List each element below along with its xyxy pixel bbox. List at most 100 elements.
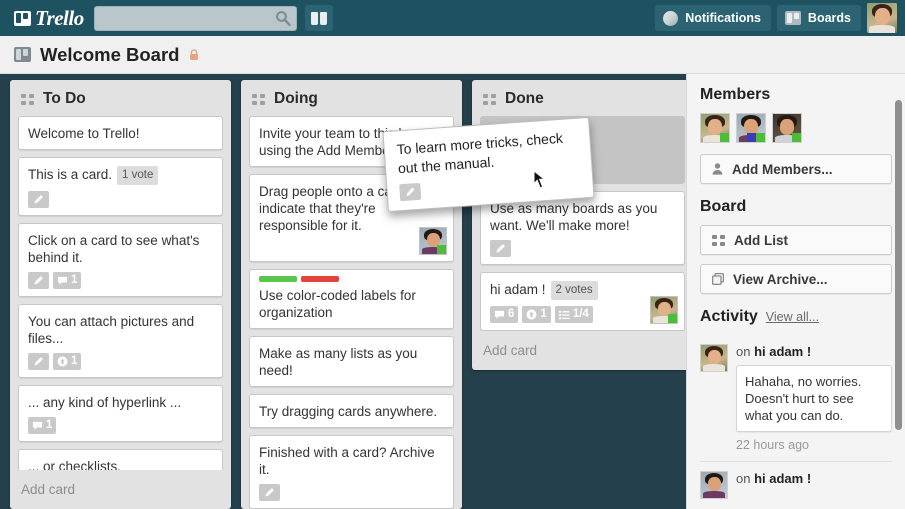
add-members-label: Add Members... [732, 161, 833, 177]
activity-avatar[interactable] [700, 344, 728, 372]
boards-button[interactable]: Boards [776, 5, 861, 31]
card-title: Finished with a card? Archive it. [259, 445, 435, 477]
trello-logo-icon [14, 10, 31, 26]
search-input[interactable] [93, 5, 297, 31]
list-header[interactable]: Doing [241, 80, 462, 116]
view-archive-label: View Archive... [733, 271, 828, 287]
comment-count: 1 [46, 419, 53, 431]
activity-timestamp: 22 hours ago [736, 438, 809, 452]
drag-grip-icon[interactable] [483, 93, 496, 105]
card-member-avatar[interactable] [650, 296, 678, 324]
member-status-dot [437, 245, 446, 254]
card-badges: 1 [28, 353, 213, 370]
list-header[interactable]: Done [472, 80, 693, 116]
notifications-button[interactable]: Notifications [655, 5, 771, 31]
board-sidebar: Members Add Members... Board Add List Vi… [686, 74, 905, 509]
book-icon [310, 11, 327, 25]
activity-body: on hi adam ! [736, 471, 892, 499]
add-card-button[interactable]: Add card [10, 470, 231, 509]
comment-badge: 6 [490, 306, 519, 323]
list-title[interactable]: To Do [43, 90, 86, 108]
card[interactable]: Finished with a card? Archive it. [249, 435, 454, 509]
add-members-button[interactable]: Add Members... [700, 154, 892, 184]
drag-grip-icon[interactable] [21, 93, 34, 105]
card[interactable]: This is a card. 1 vote [18, 157, 223, 216]
lock-icon[interactable] [188, 48, 200, 61]
list-to-do[interactable]: To Do Welcome to Trello! This is a card.… [10, 80, 231, 509]
member-status-dot [792, 133, 801, 142]
activity-item: on hi adam ! [700, 462, 892, 508]
label-red [301, 276, 339, 282]
description-badge-icon [28, 353, 49, 370]
card-labels [259, 276, 444, 282]
attachment-count: 1 [71, 355, 78, 367]
view-all-activity-link[interactable]: View all... [766, 310, 819, 324]
user-avatar[interactable] [867, 3, 897, 33]
card[interactable]: Make as many lists as you need! [249, 336, 454, 387]
description-badge-icon [28, 191, 49, 208]
grid-icon [712, 234, 725, 246]
members-list [700, 113, 892, 143]
activity-card-link[interactable]: hi adam ! [754, 344, 811, 359]
card[interactable]: Welcome to Trello! [18, 116, 223, 150]
card[interactable]: Use color-coded labels for organization [249, 269, 454, 329]
member-avatar[interactable] [700, 113, 730, 143]
card-title: ... any kind of hyperlink ... [28, 395, 182, 410]
board-title-bar: Welcome Board [0, 36, 905, 74]
description-badge-icon [399, 182, 422, 202]
comment-badge: 1 [53, 272, 82, 289]
attachment-count: 1 [540, 308, 547, 320]
activity-comment: Hahaha, no worries. Doesn't hurt to see … [736, 365, 892, 432]
card[interactable]: ... any kind of hyperlink ... 1 [18, 385, 223, 442]
board-heading: Board [700, 198, 747, 215]
drag-grip-icon[interactable] [252, 93, 265, 105]
member-status-dot [668, 314, 677, 323]
member-avatar[interactable] [772, 113, 802, 143]
activity-body: on hi adam ! Hahaha, no worries. Doesn't… [736, 344, 892, 452]
card[interactable]: Try dragging cards anywhere. [249, 394, 454, 428]
activity-item: on hi adam ! Hahaha, no worries. Doesn't… [700, 335, 892, 462]
card-member-avatar[interactable] [419, 227, 447, 255]
sidebar-scrollbar-thumb[interactable] [895, 100, 902, 430]
card[interactable]: hi adam ! 2 votes 6 1 1/4 [480, 272, 685, 331]
card-badges [259, 484, 444, 501]
trello-logo[interactable]: Trello [14, 6, 84, 31]
checklist-badge: 1/4 [554, 306, 593, 323]
activity-text: on hi adam ! [736, 344, 812, 359]
list-title[interactable]: Done [505, 90, 544, 108]
label-green [259, 276, 297, 282]
card[interactable]: ... or checklists. 1/3 [18, 449, 223, 470]
add-list-button[interactable]: Add List [700, 225, 892, 255]
view-archive-button[interactable]: View Archive... [700, 264, 892, 294]
member-status-dot [756, 133, 765, 142]
mouse-cursor-icon [533, 170, 546, 189]
search-container [93, 5, 297, 31]
dragged-card[interactable]: To learn more tricks, check out the manu… [382, 116, 595, 213]
notifications-label: Notifications [685, 11, 761, 25]
list-header[interactable]: To Do [10, 80, 231, 116]
activity-card-link[interactable]: hi adam ! [754, 471, 811, 486]
header-right-group: Notifications Boards [655, 3, 899, 33]
card-badges: 1 [28, 272, 213, 289]
members-heading: Members [700, 86, 771, 103]
manual-book-button[interactable] [304, 5, 333, 31]
add-card-button[interactable]: Add card [472, 331, 693, 370]
page-title[interactable]: Welcome Board [40, 44, 179, 66]
activity-avatar[interactable] [700, 471, 728, 499]
board-icon [14, 47, 31, 62]
card-title: Welcome to Trello! [28, 126, 140, 141]
avatar-face [867, 3, 897, 33]
comment-count: 1 [71, 274, 78, 286]
card-title: Try dragging cards anywhere. [259, 404, 438, 419]
card[interactable]: Click on a card to see what's behind it.… [18, 223, 223, 297]
member-status-dot [720, 133, 729, 142]
card-badges: 6 1 1/4 [490, 306, 675, 323]
member-avatar[interactable] [736, 113, 766, 143]
top-header: Trello Notifications Boards [0, 0, 905, 36]
avatar-face [701, 472, 727, 498]
description-badge-icon [259, 484, 280, 501]
card-title: Use as many boards as you want. We'll ma… [490, 201, 658, 233]
card[interactable]: You can attach pictures and files... 1 [18, 304, 223, 378]
description-badge-icon [28, 272, 49, 289]
list-title[interactable]: Doing [274, 90, 318, 108]
